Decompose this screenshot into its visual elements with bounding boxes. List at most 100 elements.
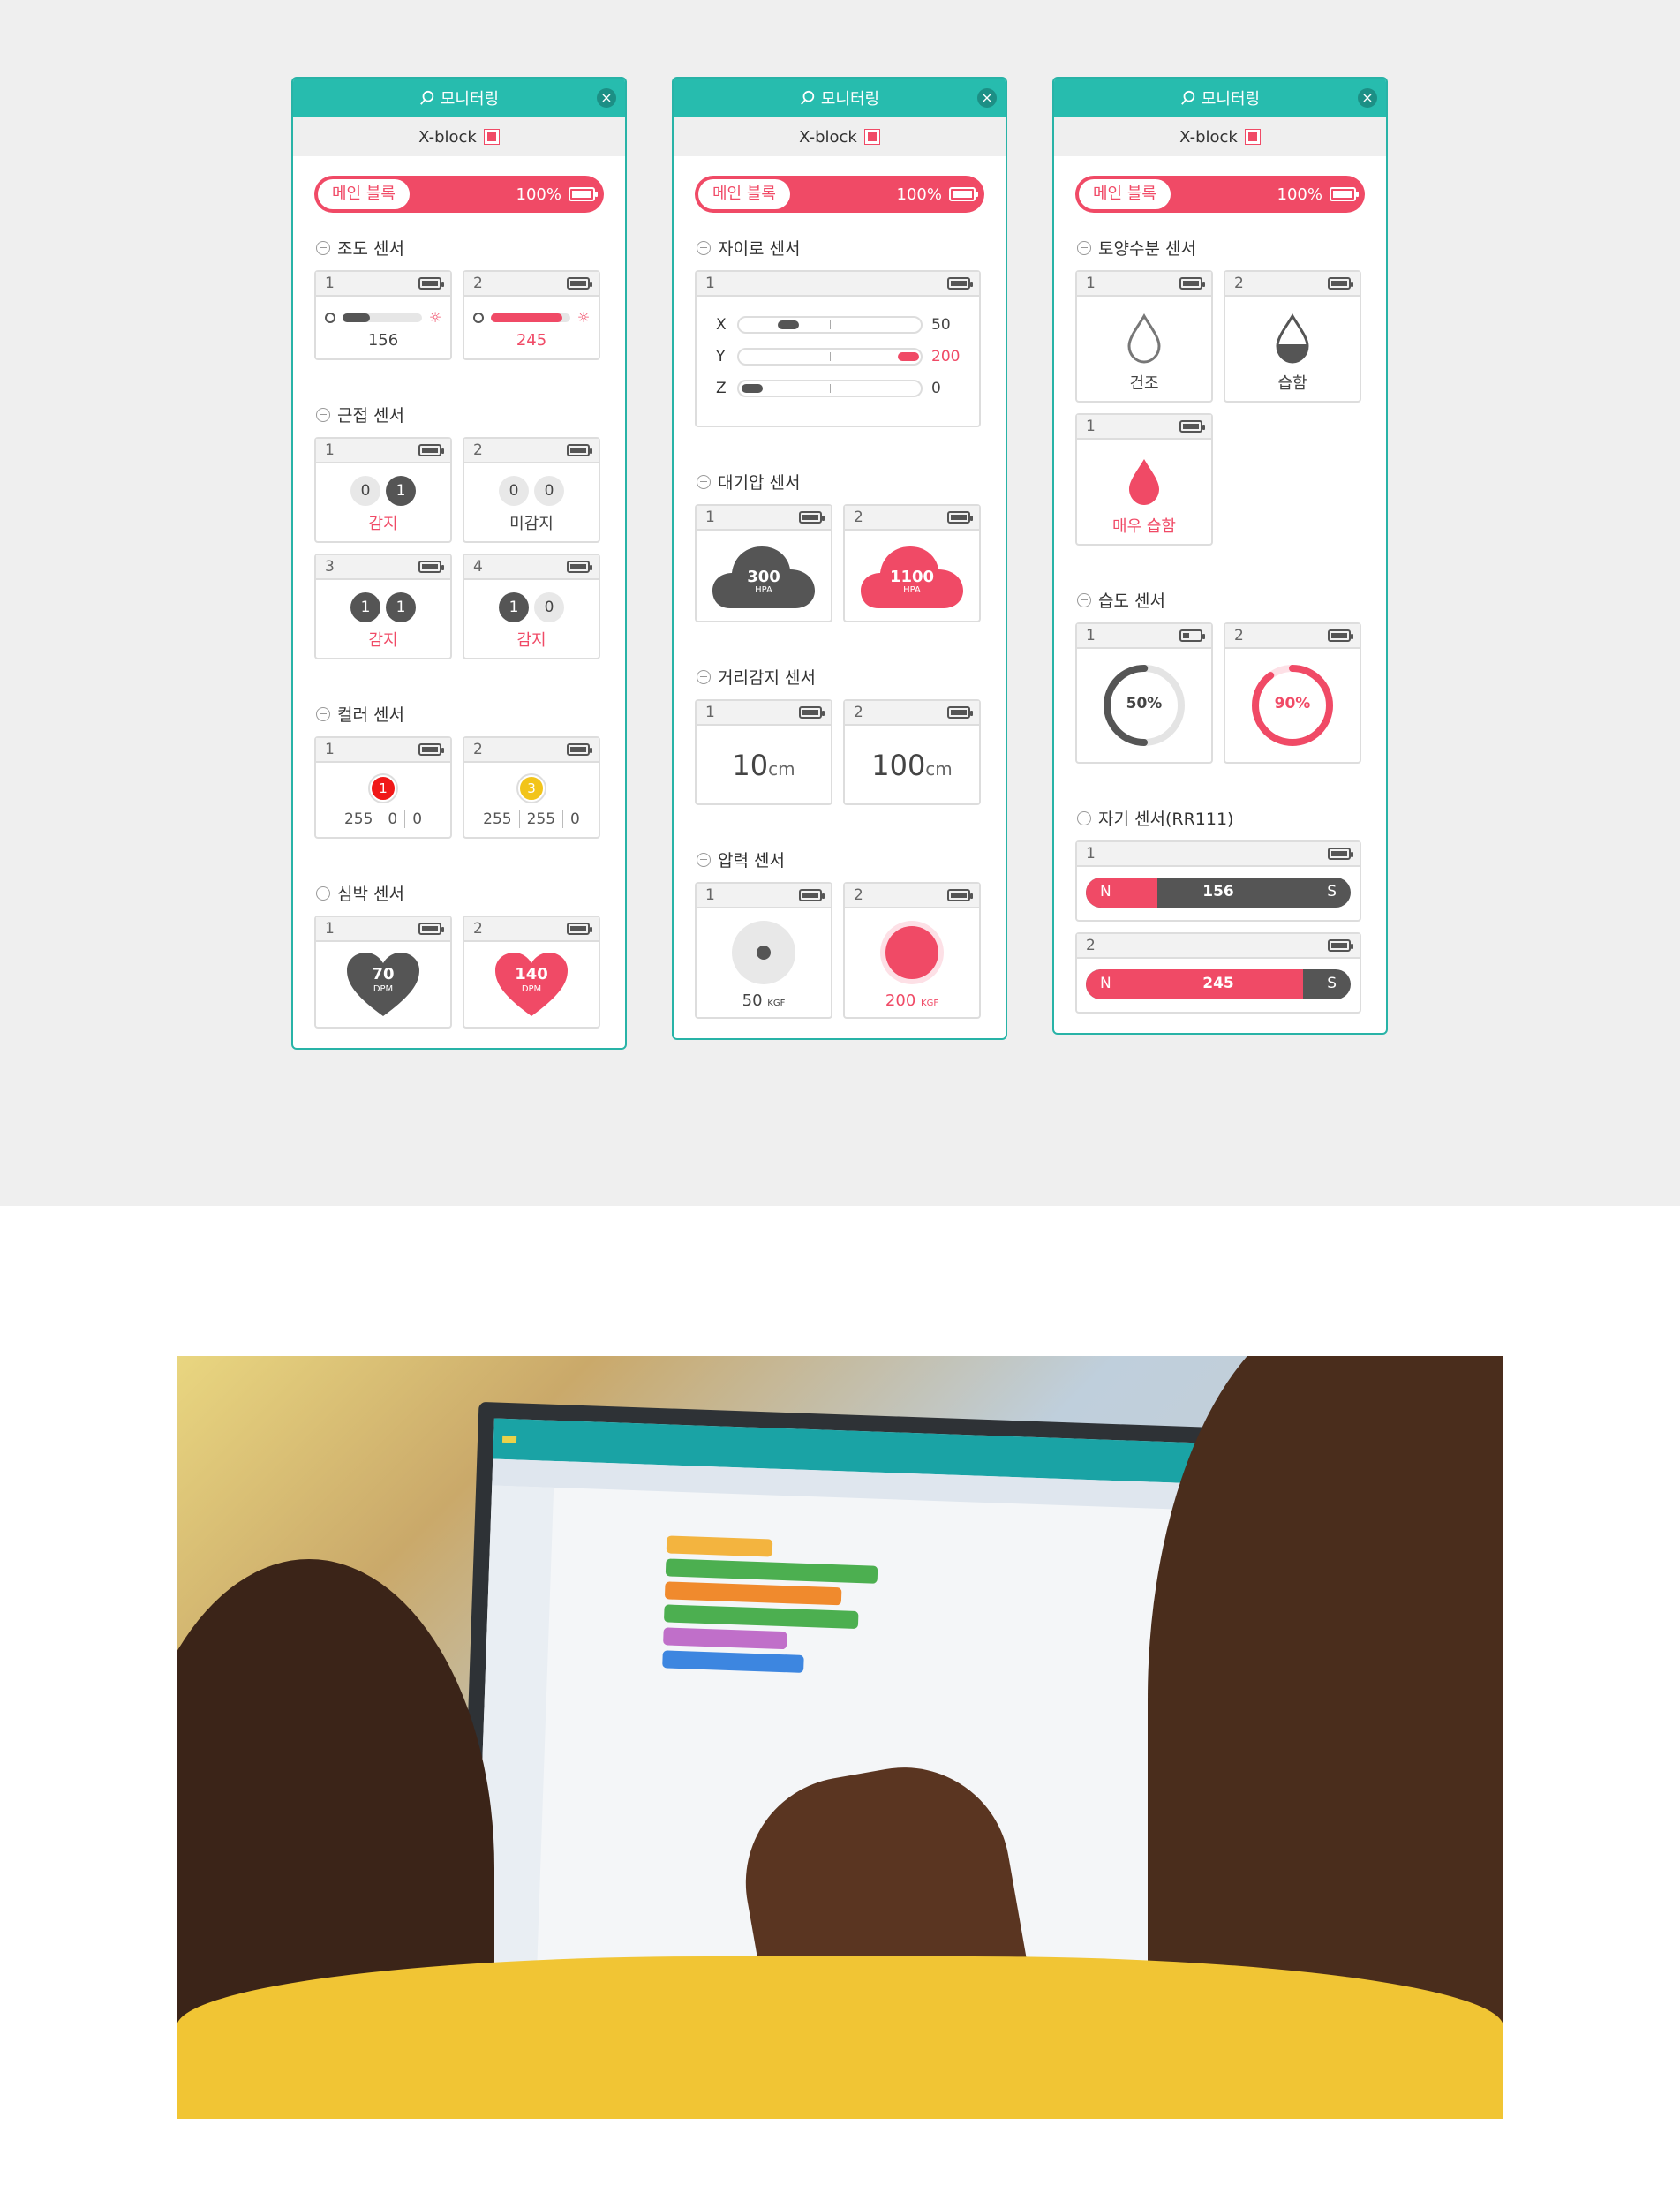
humidity-ring: 90%	[1248, 661, 1337, 750]
magnetic-bar: N 245 S	[1086, 969, 1351, 999]
collapse-icon[interactable]	[316, 706, 330, 721]
dark-icon	[472, 312, 484, 323]
collapse-icon[interactable]	[1077, 240, 1091, 255]
proximity-label: 미감지	[509, 515, 554, 533]
dark-icon	[324, 312, 335, 323]
collapse-icon[interactable]	[1077, 810, 1091, 825]
proximity-b: 1	[386, 476, 416, 506]
color-swatch: 3	[518, 775, 545, 802]
card-id: 2	[473, 741, 483, 758]
card-id: 1	[705, 509, 715, 526]
soil-card-3: 1 매우 습함	[1075, 413, 1213, 546]
section-title[interactable]: 대기압 센서	[697, 470, 984, 494]
battery-icon	[569, 187, 598, 201]
force-card-1: 1 50 KGF	[695, 882, 832, 1019]
force-unit: KGF	[921, 999, 939, 1008]
collapse-icon[interactable]	[316, 240, 330, 255]
card-id: 1	[705, 275, 715, 292]
battery-icon	[799, 511, 825, 524]
stop-icon[interactable]	[1244, 129, 1261, 145]
heart-unit: DPM	[521, 984, 542, 994]
magnetic-s: S	[1327, 883, 1337, 901]
collapse-icon[interactable]	[316, 407, 330, 422]
proximity-card-4: 4 1 0 감지	[463, 554, 600, 659]
app-logo	[501, 1435, 517, 1443]
card-id: 2	[854, 704, 863, 721]
force-card-2: 2 200 KGF	[843, 882, 981, 1019]
heart-card-1: 1 70 DPM	[314, 916, 452, 1029]
card-id: 2	[473, 275, 483, 292]
main-block-status: 메인 블록 100%	[695, 176, 984, 213]
pressure-air-card-1: 1 300 HPA	[695, 504, 832, 622]
soil-label: 건조	[1129, 374, 1159, 393]
proximity-a: 0	[350, 476, 380, 506]
battery-icon	[947, 889, 973, 901]
force-value: 50	[742, 991, 763, 1010]
humidity-value: 90%	[1274, 695, 1311, 712]
battery-icon	[1328, 848, 1353, 860]
battery-icon	[947, 706, 973, 719]
card-id: 1	[325, 275, 335, 292]
section-title[interactable]: 습도 센서	[1077, 588, 1365, 612]
soil-label: 매우 습함	[1112, 517, 1176, 536]
battery-icon	[1179, 277, 1205, 290]
heart-value: 70	[372, 965, 395, 983]
card-id: 1	[325, 741, 335, 758]
distance-value: 100	[871, 749, 926, 782]
card-id: 2	[1086, 937, 1096, 954]
monitoring-panel-1: 모니터링 × X-block 메인 블록 100% 조도 센서 1 ☼ 156	[291, 77, 627, 1050]
section-title[interactable]: 토양수분 센서	[1077, 236, 1365, 260]
stop-icon[interactable]	[483, 129, 500, 145]
search-icon	[800, 90, 815, 105]
card-id: 1	[1086, 418, 1096, 435]
soil-label: 습함	[1277, 374, 1307, 393]
battery-icon	[947, 511, 973, 524]
main-block-status: 메인 블록 100%	[1075, 176, 1365, 213]
stop-icon[interactable]	[863, 129, 880, 145]
light-value: 245	[516, 331, 547, 350]
device-bar: X-block	[1054, 117, 1386, 156]
section-title[interactable]: 거리감지 센서	[697, 665, 984, 689]
monitoring-showcase: 모니터링 × X-block 메인 블록 100% 조도 센서 1 ☼ 156	[0, 0, 1680, 1206]
close-icon[interactable]: ×	[1358, 88, 1377, 108]
section-title[interactable]: 압력 센서	[697, 848, 984, 871]
proximity-card-1: 1 0 1 감지	[314, 437, 452, 543]
gyro-x-knob	[778, 320, 799, 329]
cloud-icon: 1100 HPA	[859, 543, 965, 610]
force-unit: KGF	[767, 999, 786, 1008]
humidity-value: 50%	[1126, 695, 1163, 712]
heart-icon: 140 DPM	[493, 951, 569, 1018]
main-block-label: 메인 블록	[698, 179, 790, 209]
proximity-label: 감지	[368, 631, 398, 650]
collapse-icon[interactable]	[697, 669, 711, 684]
device-name: X-block	[418, 127, 477, 147]
section-title[interactable]: 자이로 센서	[697, 236, 984, 260]
collapse-icon[interactable]	[697, 852, 711, 867]
force-indicator	[880, 921, 944, 984]
card-id: 1	[1086, 845, 1096, 863]
cloud-icon: 300 HPA	[711, 543, 817, 610]
section-title[interactable]: 조도 센서	[316, 236, 604, 260]
section-title[interactable]: 자기 센서(RR111)	[1077, 806, 1365, 830]
humidity-ring: 50%	[1100, 661, 1188, 750]
close-icon[interactable]: ×	[977, 88, 997, 108]
section-title[interactable]: 근접 센서	[316, 403, 604, 426]
close-icon[interactable]: ×	[597, 88, 616, 108]
main-block-label: 메인 블록	[318, 179, 410, 209]
battery-icon	[567, 923, 592, 935]
rgb-r: 255	[483, 810, 512, 828]
collapse-icon[interactable]	[697, 474, 711, 489]
section-title[interactable]: 컬러 센서	[316, 702, 604, 726]
battery-icon	[1179, 420, 1205, 433]
collapse-icon[interactable]	[697, 240, 711, 255]
air-pressure-value: 300	[747, 568, 780, 586]
gyro-z-value: 0	[931, 380, 941, 397]
battery-icon	[567, 743, 592, 756]
card-id: 1	[325, 920, 335, 938]
light-level-bar	[342, 313, 371, 322]
card-id: 2	[854, 509, 863, 526]
battery-low-icon	[1179, 629, 1205, 642]
section-title[interactable]: 심박 센서	[316, 881, 604, 905]
collapse-icon[interactable]	[1077, 592, 1091, 607]
collapse-icon[interactable]	[316, 885, 330, 901]
